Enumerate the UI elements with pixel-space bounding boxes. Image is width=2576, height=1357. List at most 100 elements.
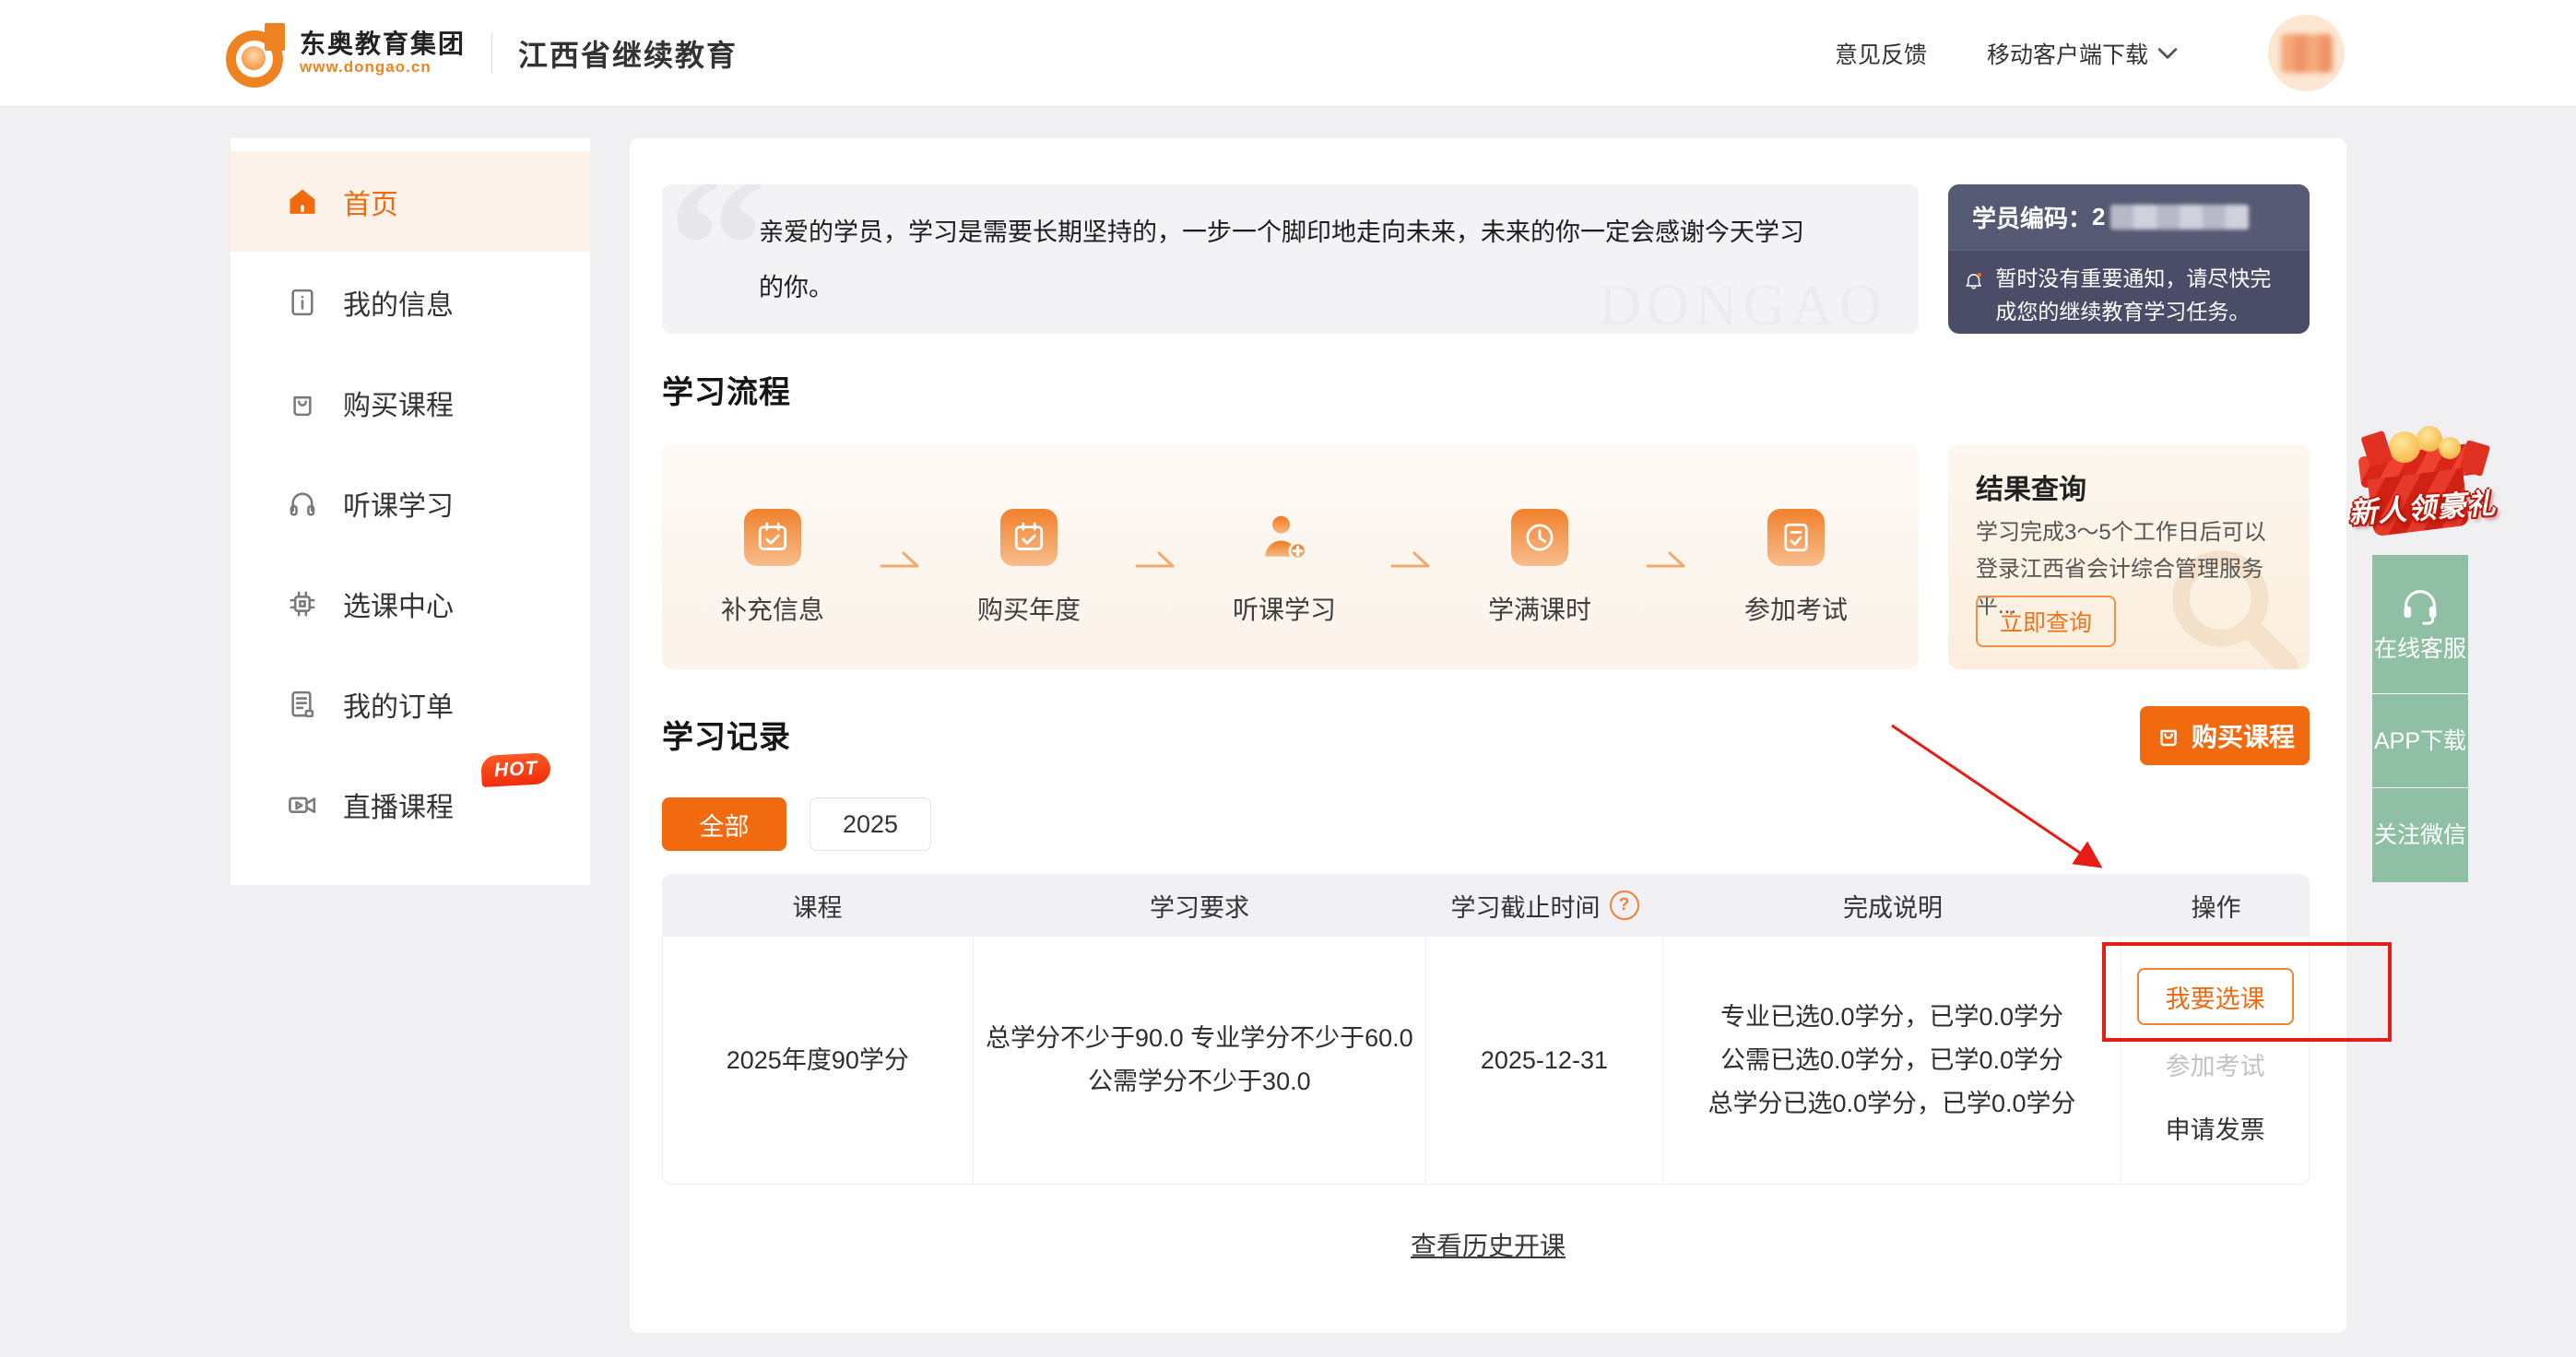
chevron-down-icon	[2157, 46, 2178, 61]
sidebar-item-listen-learn[interactable]: 听课学习	[230, 453, 590, 553]
sidebar-item-home[interactable]: 首页	[230, 151, 590, 252]
completion-line: 专业已选0.0学分，已学0.0学分	[1720, 996, 2063, 1039]
cell-requirements: 总学分不少于90.0 专业学分不少于60.0 公需学分不少于30.0	[974, 937, 1426, 1184]
student-id-prefix: 2	[2092, 203, 2105, 231]
arrow-right-icon	[1134, 546, 1180, 573]
sidebar-item-label: 选课中心	[343, 584, 454, 624]
student-id-label: 学员编码：	[1972, 200, 2092, 234]
gold-coin-icon	[2389, 431, 2420, 463]
records-table: 课程 学习要求 学习截止时间 ? 完成说明 操作 2025年度90学分 总学分不…	[662, 874, 2310, 1185]
newcomer-gift-promo[interactable]: 新人领豪礼	[2346, 426, 2499, 548]
process-step-1: 补充信息	[671, 509, 874, 627]
gold-coin-icon	[2439, 437, 2461, 459]
hot-badge: HOT	[480, 752, 551, 787]
cell-completion: 专业已选0.0学分，已学0.0学分 公需已选0.0学分，已学0.0学分 总学分已…	[1663, 937, 2121, 1184]
sidebar-item-course-center[interactable]: 选课中心	[230, 553, 590, 654]
sidebar-item-buy-courses[interactable]: 购买课程	[230, 352, 590, 453]
student-id-redacted	[2110, 205, 2249, 230]
mobile-download-menu[interactable]: 移动客户端下载	[1987, 0, 2178, 106]
request-invoice-action[interactable]: 申请发票	[2166, 1109, 2265, 1152]
process-step-3: 听课学习	[1183, 509, 1386, 627]
dongao-logo-icon	[226, 23, 287, 84]
order-list-icon	[284, 686, 321, 723]
sidebar-item-my-info[interactable]: 我的信息	[230, 252, 590, 352]
table-header-row: 课程 学习要求 学习截止时间 ? 完成说明 操作	[662, 874, 2310, 937]
buy-course-button[interactable]: 购买课程	[2140, 706, 2310, 765]
process-step-label: 补充信息	[671, 590, 874, 627]
select-course-button[interactable]: 我要选课	[2137, 968, 2294, 1025]
headphones-icon	[284, 485, 321, 522]
shopping-bag-icon	[284, 384, 321, 421]
col-header-actions: 操作	[2122, 888, 2310, 924]
clock-icon	[1511, 509, 1568, 566]
online-service-label: 在线客服	[2374, 634, 2466, 664]
requirement-line: 公需学分不少于30.0	[1088, 1060, 1311, 1103]
col-header-requirements: 学习要求	[973, 888, 1426, 924]
process-step-label: 参加考试	[1695, 590, 1897, 627]
exam-doc-icon	[1767, 509, 1825, 566]
records-section-title: 学习记录	[662, 712, 791, 757]
chip-grid-icon	[284, 585, 321, 622]
cell-deadline: 2025-12-31	[1426, 937, 1663, 1184]
dongao-watermark: DONGAO	[1599, 271, 1887, 334]
page: 东奥教育集团 www.dongao.cn 江西省继续教育 意见反馈 移动客户端下…	[0, 0, 2576, 1357]
follow-wechat-label: 关注微信	[2374, 820, 2466, 850]
deadline-header-label: 学习截止时间	[1451, 888, 1601, 924]
arrow-right-icon	[1645, 546, 1691, 573]
process-step-4: 学满课时	[1438, 509, 1641, 627]
site-title: 江西省继续教育	[518, 32, 738, 75]
shopping-bag-icon	[2155, 722, 2182, 749]
brand-text: 东奥教育集团 www.dongao.cn	[300, 30, 466, 76]
filter-all-button[interactable]: 全部	[662, 797, 786, 851]
result-query-panel: 结果查询 学习完成3～5个工作日后可以登录江西省会计综合管理服务平... 立即查…	[1948, 444, 2310, 669]
online-service-button[interactable]: 在线客服	[2372, 555, 2468, 694]
quote-icon: “	[668, 184, 767, 334]
process-step-label: 购买年度	[928, 590, 1130, 627]
arrow-right-icon	[1389, 546, 1436, 573]
cell-actions: 我要选课 参加考试 申请发票	[2121, 937, 2309, 1184]
brand-logo[interactable]: 东奥教育集团 www.dongao.cn 江西省继续教育	[226, 0, 738, 106]
process-section-title: 学习流程	[662, 367, 791, 412]
filter-2025-button[interactable]: 2025	[809, 797, 931, 851]
feedback-link[interactable]: 意见反馈	[1835, 0, 1927, 106]
student-info-panel: 学员编码：2 暂时没有重要通知，请尽快完成您的继续教育学习任务。	[1948, 184, 2310, 334]
take-exam-action[interactable]: 参加考试	[2166, 1045, 2265, 1089]
calendar-check-icon	[1000, 509, 1058, 566]
process-step-2: 购买年度	[928, 509, 1130, 627]
notice-text: 暂时没有重要通知，请尽快完成您的继续教育学习任务。	[1995, 262, 2291, 328]
sidebar: 首页 我的信息 购买课程 听课学习 选课中心	[230, 138, 590, 885]
table-row: 2025年度90学分 总学分不少于90.0 专业学分不少于60.0 公需学分不少…	[662, 937, 2310, 1185]
notice-row: 暂时没有重要通知，请尽快完成您的继续教育学习任务。	[1948, 251, 2310, 328]
follow-wechat-button[interactable]: 关注微信	[2372, 788, 2468, 882]
arrow-right-icon	[879, 546, 925, 573]
sidebar-item-my-orders[interactable]: 我的订单	[230, 654, 590, 754]
avatar[interactable]	[2268, 15, 2345, 91]
person-add-icon	[1256, 509, 1313, 566]
view-history-link[interactable]: 查看历史开课	[630, 1226, 2346, 1263]
home-icon	[284, 183, 321, 220]
query-now-button[interactable]: 立即查询	[1976, 596, 2116, 647]
process-step-label: 学满课时	[1438, 590, 1641, 627]
header: 东奥教育集团 www.dongao.cn 江西省继续教育 意见反馈 移动客户端下…	[0, 0, 2576, 107]
sidebar-item-label: 我的信息	[343, 282, 454, 323]
sidebar-item-live-courses[interactable]: 直播课程 HOT	[230, 754, 590, 855]
student-id-row: 学员编码：2	[1948, 184, 2310, 251]
cell-course: 2025年度90学分	[663, 937, 974, 1184]
bell-icon	[1963, 262, 1984, 301]
buy-course-label: 购买课程	[2192, 717, 2295, 754]
requirement-line: 总学分不少于90.0 专业学分不少于60.0	[986, 1017, 1413, 1060]
mobile-download-label: 移动客户端下载	[1987, 37, 2148, 70]
sidebar-item-label: 直播课程	[343, 785, 454, 825]
header-divider	[491, 33, 492, 74]
headset-icon	[2399, 584, 2441, 627]
process-step-5: 参加考试	[1695, 509, 1897, 627]
process-step-label: 听课学习	[1183, 590, 1386, 627]
sidebar-item-label: 首页	[343, 182, 398, 222]
help-icon[interactable]: ?	[1610, 891, 1639, 920]
app-download-button[interactable]: APP下载	[2372, 694, 2468, 788]
video-camera-icon	[284, 786, 321, 823]
avatar-image	[2281, 34, 2333, 73]
learning-process-panel: 补充信息 购买年度	[662, 444, 1919, 669]
sidebar-item-label: 我的订单	[343, 684, 454, 725]
main-content: “ 亲爱的学员，学习是需要长期坚持的，一步一个脚印地走向未来，未来的你一定会感谢…	[630, 138, 2346, 1333]
